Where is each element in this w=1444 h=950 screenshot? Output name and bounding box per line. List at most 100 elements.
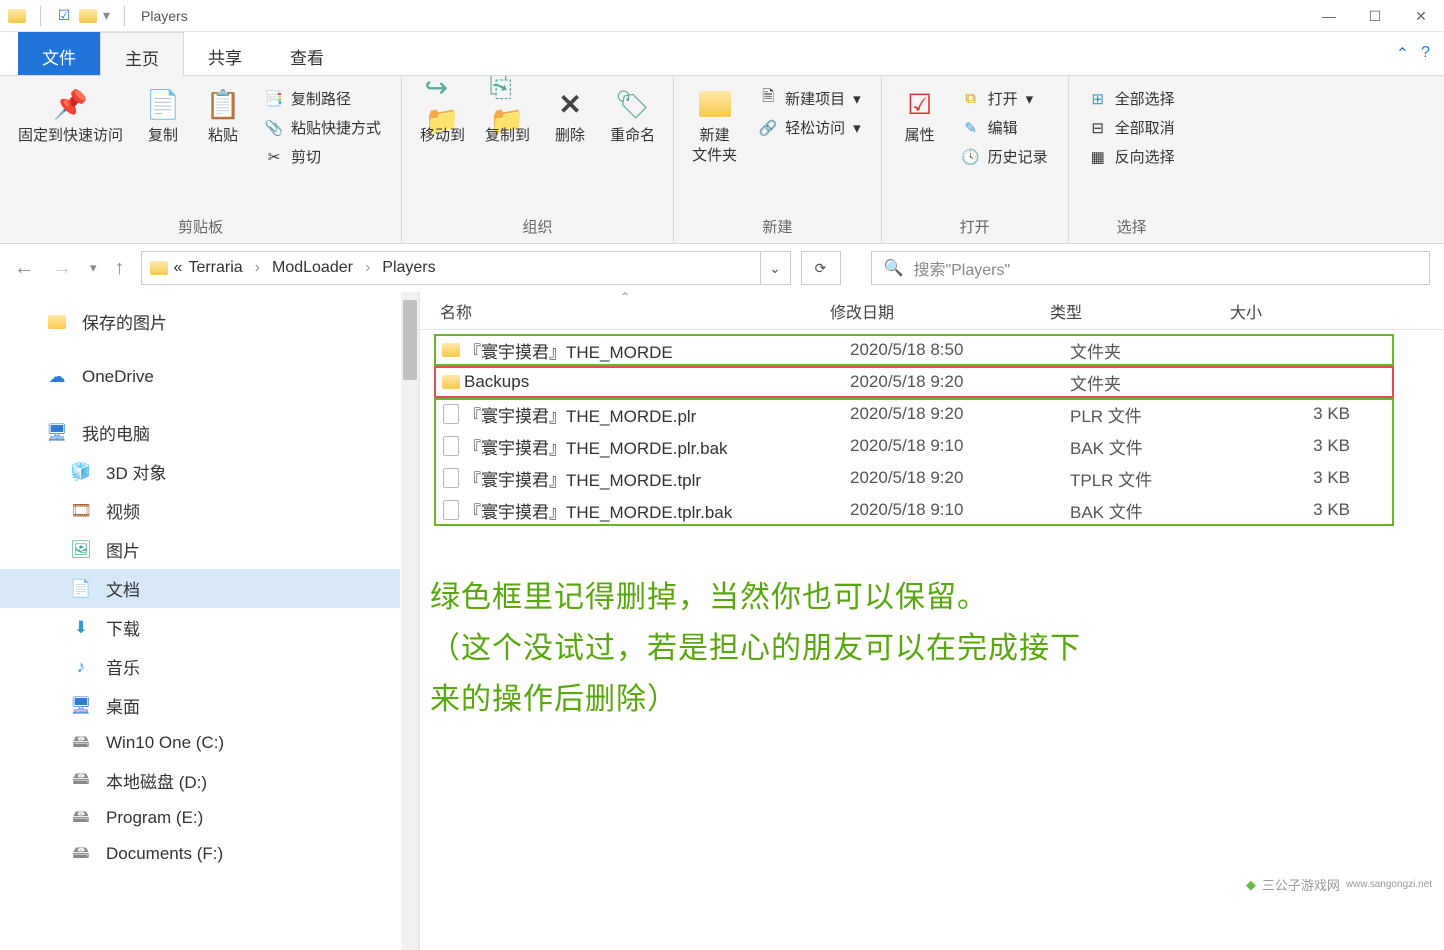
sidebar-item[interactable]: 🖴 本地磁盘 (D:) — [0, 761, 400, 800]
col-size[interactable]: 大小 — [1230, 299, 1330, 323]
sidebar-item-label: 我的电脑 — [82, 420, 150, 445]
sidebar-item-label: 视频 — [106, 498, 140, 523]
annotation-box-green — [434, 398, 1394, 526]
sidebar-item[interactable]: 🎞视频 — [0, 491, 400, 530]
file-list-pane: ⌃ 名称 修改日期 类型 大小 『寰宇摸君』THE_MORDE2020/5/18… — [420, 292, 1444, 950]
edit-button[interactable]: ✎编辑 — [958, 115, 1052, 140]
cut-button[interactable]: ✂剪切 — [261, 144, 385, 169]
sidebar: 保存的图片☁OneDrive🖥我的电脑🧊3D 对象🎞视频🖼图片📄文档⬇下载♪音乐… — [0, 292, 420, 950]
address-row: ← → ▾ ↑ « Terraria › ModLoader › Players… — [0, 244, 1444, 292]
sidebar-item[interactable]: 🖴Documents (F:) — [0, 836, 400, 872]
select-none-button[interactable]: ⊟全部取消 — [1085, 115, 1179, 140]
chevron-right-icon[interactable]: › — [255, 259, 260, 277]
sidebar-item[interactable]: 🖼图片 — [0, 530, 400, 569]
recent-dropdown[interactable]: ▾ — [90, 260, 97, 276]
search-input[interactable]: 🔍 搜索"Players" — [871, 251, 1430, 285]
desk-icon: 🖥 — [70, 695, 92, 717]
sidebar-item[interactable]: ⬇ 下载 — [0, 608, 400, 647]
tab-home[interactable]: 主页 — [100, 32, 184, 76]
minimize-button[interactable]: — — [1306, 0, 1352, 32]
sidebar-item[interactable]: ♪ 音乐 — [0, 647, 400, 686]
col-type[interactable]: 类型 — [1050, 299, 1230, 323]
sort-indicator-icon: ⌃ — [620, 290, 630, 304]
sidebar-item[interactable]: 🧊 3D 对象 — [0, 452, 400, 491]
watermark: ◆ 三公子游戏网 www.sangongzi.net — [1246, 875, 1432, 894]
ribbon-tabs: 文件 主页 共享 查看 ⌃ ? — [0, 32, 1444, 76]
checkbox-icon[interactable]: ☑ — [55, 7, 73, 25]
sidebar-item-label: 音乐 — [106, 654, 140, 679]
col-date[interactable]: 修改日期 — [830, 299, 1050, 323]
sidebar-item[interactable]: 🖥 桌面 — [0, 686, 400, 725]
paste-shortcut-button[interactable]: 📎粘贴快捷方式 — [261, 115, 385, 140]
collapse-ribbon-icon[interactable]: ⌃ — [1396, 44, 1409, 64]
maximize-button[interactable]: ☐ — [1352, 0, 1398, 32]
help-icon[interactable]: ? — [1421, 44, 1430, 64]
refresh-button[interactable]: ⟳ — [801, 251, 841, 285]
new-folder-button[interactable]: 新建 文件夹 — [684, 82, 745, 169]
address-bar[interactable]: « Terraria › ModLoader › Players — [141, 251, 761, 285]
group-clipboard: 剪贴板 — [10, 210, 391, 241]
move-to-button[interactable]: ↪📁移动到 — [412, 82, 473, 150]
folder-icon — [79, 7, 97, 25]
easy-access-button[interactable]: 🔗轻松访问 ▾ — [755, 115, 865, 140]
sidebar-item-label: Win10 One (C:) — [106, 733, 224, 753]
tab-share[interactable]: 共享 — [184, 32, 266, 75]
sidebar-item-label: 文档 — [106, 576, 140, 601]
copy-to-button[interactable]: ⎘📁复制到 — [477, 82, 538, 150]
group-open: 打开 — [892, 210, 1058, 241]
sidebar-item-label: 图片 — [106, 537, 140, 562]
new-item-button[interactable]: 🗎新建项目 ▾ — [755, 86, 865, 111]
up-button[interactable]: ↑ — [115, 257, 125, 280]
sidebar-item-label: 保存的图片 — [82, 309, 167, 334]
select-all-button[interactable]: ⊞全部选择 — [1085, 86, 1179, 111]
properties-button[interactable]: ☑属性 — [892, 82, 948, 150]
sidebar-item-label: OneDrive — [82, 367, 154, 387]
sidebar-item[interactable]: 📄 文档 — [0, 569, 400, 608]
sidebar-item-label: 桌面 — [106, 693, 140, 718]
rename-button[interactable]: 🏷重命名 — [602, 82, 663, 150]
history-button[interactable]: 🕓历史记录 — [958, 144, 1052, 169]
back-button[interactable]: ← — [14, 257, 34, 280]
sidebar-item[interactable]: ☁OneDrive — [0, 359, 400, 395]
delete-button[interactable]: ✕删除 — [542, 82, 598, 150]
sidebar-item[interactable]: 🖴 Win10 One (C:) — [0, 725, 400, 761]
crumb-modloader[interactable]: ModLoader — [272, 259, 353, 277]
cube-icon: 🧊 — [70, 461, 92, 483]
sidebar-item[interactable]: 保存的图片 — [0, 302, 400, 341]
column-headers: ⌃ 名称 修改日期 类型 大小 — [420, 292, 1444, 330]
qat-dropdown-icon[interactable]: ▾ — [103, 7, 110, 24]
crumb-players[interactable]: Players — [382, 259, 435, 277]
sidebar-item-label: 下载 — [106, 615, 140, 640]
invert-selection-button[interactable]: ▦反向选择 — [1085, 144, 1179, 169]
sidebar-item[interactable]: 🖥我的电脑 — [0, 413, 400, 452]
forward-button[interactable]: → — [52, 257, 72, 280]
ribbon: 📌固定到快速访问 📄复制 📋粘贴 📑复制路径 📎粘贴快捷方式 ✂剪切 剪贴板 ↪… — [0, 76, 1444, 244]
copy-button[interactable]: 📄复制 — [135, 82, 191, 150]
tab-file[interactable]: 文件 — [18, 32, 100, 75]
sidebar-item-label: 本地磁盘 (D:) — [106, 768, 207, 793]
sidebar-item-label: 3D 对象 — [106, 459, 166, 484]
drive-icon: 🖴 — [70, 770, 92, 792]
search-icon: 🔍 — [884, 258, 904, 278]
drive-icon: 🖴 — [70, 732, 92, 754]
pin-button[interactable]: 📌固定到快速访问 — [10, 82, 131, 150]
music-icon: ♪ — [70, 656, 92, 678]
close-button[interactable]: ✕ — [1398, 0, 1444, 32]
group-organize: 组织 — [412, 210, 663, 241]
folder-icon — [46, 311, 68, 333]
sidebar-item-label: Program (E:) — [106, 808, 203, 828]
chevron-right-icon[interactable]: › — [365, 259, 370, 277]
annotation-text: 绿色框里记得删掉，当然你也可以保留。 （这个没试过，若是担心的朋友可以在完成接下… — [430, 572, 1081, 725]
doc-icon: 📄 — [70, 578, 92, 600]
paste-button[interactable]: 📋粘贴 — [195, 82, 251, 150]
sidebar-item[interactable]: 🖴Program (E:) — [0, 800, 400, 836]
sidebar-scrollbar[interactable] — [401, 292, 419, 950]
tab-view[interactable]: 查看 — [266, 32, 348, 75]
col-name[interactable]: 名称 — [440, 299, 830, 323]
crumb-terraria[interactable]: Terraria — [188, 259, 242, 277]
open-button[interactable]: ⧉打开 ▾ — [958, 86, 1052, 111]
dl-icon: ⬇ — [70, 617, 92, 639]
address-dropdown[interactable]: ⌄ — [761, 251, 791, 285]
copy-path-button[interactable]: 📑复制路径 — [261, 86, 385, 111]
titlebar: ☑ ▾ Players — ☐ ✕ — [0, 0, 1444, 32]
